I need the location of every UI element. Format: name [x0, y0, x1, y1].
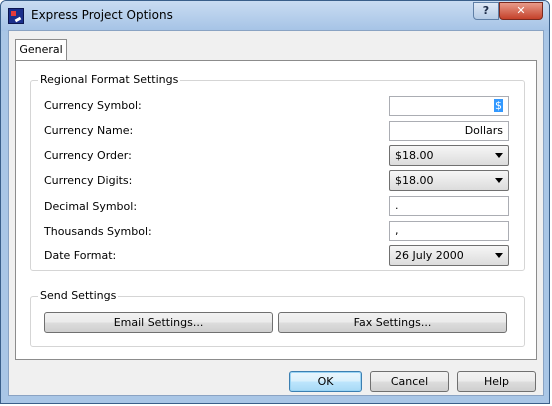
title-bar[interactable]: Express Project Options ? ✕ [1, 1, 549, 31]
window-title: Express Project Options [31, 8, 173, 22]
currency-digits-value: $18.00 [395, 174, 434, 187]
chevron-down-icon [495, 178, 503, 183]
chevron-down-icon [495, 253, 503, 258]
dialog-window: Express Project Options ? ✕ General Regi… [0, 0, 550, 404]
date-format-value: 26 July 2000 [395, 249, 464, 262]
thousands-symbol-label: Thousands Symbol: [44, 225, 152, 238]
email-settings-button[interactable]: Email Settings... [44, 312, 273, 333]
close-button[interactable]: ✕ [499, 2, 543, 20]
currency-name-input[interactable]: Dollars [389, 121, 509, 141]
decimal-symbol-label: Decimal Symbol: [44, 200, 138, 213]
send-settings-title: Send Settings [38, 289, 119, 302]
currency-digits-select[interactable]: $18.00 [389, 170, 509, 191]
currency-symbol-value: $ [494, 99, 503, 112]
tab-panel-general: Regional Format Settings Currency Symbol… [15, 60, 537, 360]
help-button[interactable]: Help [457, 371, 536, 392]
chevron-down-icon [495, 153, 503, 158]
ok-button[interactable]: OK [289, 371, 362, 392]
currency-symbol-input[interactable]: $ [389, 96, 509, 116]
cancel-button[interactable]: Cancel [370, 371, 449, 392]
date-format-select[interactable]: 26 July 2000 [389, 245, 509, 266]
regional-format-title: Regional Format Settings [38, 73, 181, 86]
currency-order-value: $18.00 [395, 149, 434, 162]
date-format-label: Date Format: [44, 249, 117, 262]
send-settings-group: Send Settings Email Settings... Fax Sett… [30, 289, 525, 347]
currency-order-label: Currency Order: [44, 149, 132, 162]
currency-symbol-label: Currency Symbol: [44, 99, 142, 112]
currency-name-label: Currency Name: [44, 124, 134, 137]
currency-order-select[interactable]: $18.00 [389, 145, 509, 166]
currency-digits-label: Currency Digits: [44, 174, 133, 187]
app-icon [8, 8, 24, 24]
dialog-client: General Regional Format Settings Currenc… [8, 30, 544, 396]
decimal-symbol-input[interactable]: . [389, 196, 509, 216]
fax-settings-button[interactable]: Fax Settings... [278, 312, 507, 333]
help-title-button[interactable]: ? [473, 2, 499, 20]
regional-format-group: Regional Format Settings Currency Symbol… [30, 73, 525, 271]
thousands-symbol-input[interactable]: , [389, 221, 509, 241]
tab-general[interactable]: General [15, 39, 67, 61]
